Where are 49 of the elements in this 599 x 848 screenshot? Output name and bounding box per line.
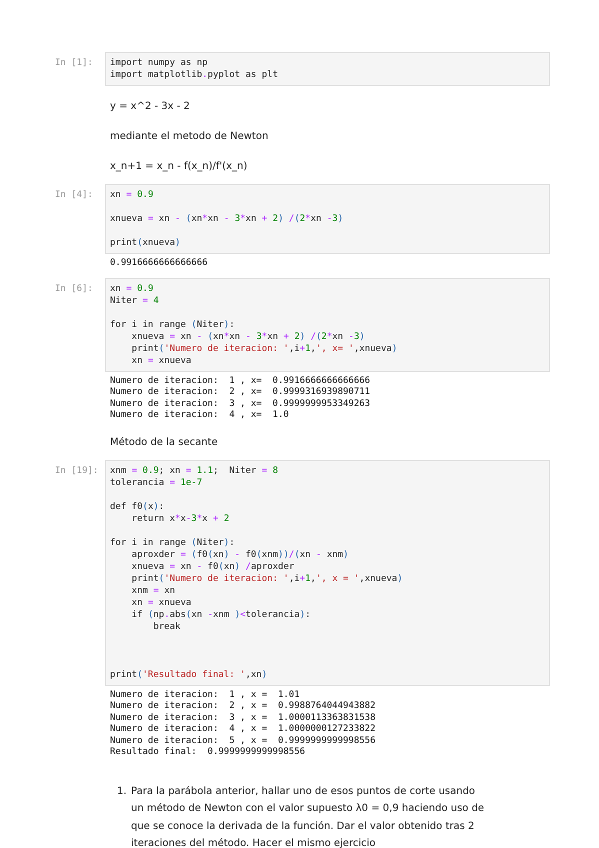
output-line: Numero de iteracion: 5 , x = 0.9999999999998556: [110, 736, 377, 747]
markdown-text: x_n+1 = x_n - f(x_n)/f'(x_n): [110, 161, 248, 172]
code-line: xnm = xn: [130, 584, 176, 596]
code-line: xn = 0.9: [110, 282, 154, 294]
code-line: return x*x-3*x + 2: [130, 512, 230, 524]
code-line: xnueva = xn - (xn*xn - 3*xn + 2) /(2*xn -3): [110, 213, 344, 225]
markdown-text: Método de la secante: [110, 436, 218, 448]
code-line: if (np.abs(xn -xnm )<tolerancia):: [130, 608, 312, 620]
code-line: break: [152, 620, 182, 632]
output-line: Numero de iteracion: 2 , x= 0.9999316939890711: [110, 387, 372, 398]
code-line: for i in range (Niter):: [110, 318, 236, 330]
output-line: Numero de iteracion: 2 , x = 0.9988764044943882: [110, 701, 377, 712]
list-item-text: Para la parábola anterior, hallar uno de esos puntos de corte usando un método de Newton con el valor supuesto λ0 = 0,9 haciendo uso de que se conoce la derivada de la función. Dar el valor obtenido tras 2 iteraciones del método. Hacer el mismo ejercicio: [131, 784, 486, 848]
cell-prompt: In [4]:: [55, 189, 94, 201]
code-cell[interactable]: xn = 0.9 Niter = 4 for i in range (Niter): xnueva = xn - (xn*xn - 3*xn + 2) /(2*xn -3) print('Numero de iteracion: ',i+1,', x= ',xnueva) xn = xnueva: [105, 278, 550, 372]
code-line: xnueva = xn - f0(xn) /aproxder: [130, 560, 296, 572]
code-line: xn = xnueva: [130, 354, 192, 366]
code-line: Niter = 4: [110, 294, 160, 306]
cell-prompt: In [19]:: [55, 464, 100, 476]
output-line: Numero de iteracion: 4 , x = 1.0000000127233822: [110, 724, 377, 736]
code-line: def f0(x):: [110, 500, 166, 512]
output-line: Numero de iteracion: 1 , x= 0.9916666666666666: [110, 376, 372, 387]
markdown-text: mediante el metodo de Newton: [110, 131, 268, 142]
cell-prompt: In [1]:: [55, 57, 94, 69]
code-line: print('Numero de iteracion: ',i+1,', x= ',xnueva): [130, 342, 398, 354]
list-number: 1.: [117, 784, 128, 798]
output-line: Numero de iteracion: 1 , x = 1.01: [110, 690, 301, 701]
cell-prompt: In [6]:: [55, 282, 94, 294]
code-line: print(xnueva): [110, 237, 182, 249]
code-line: xn = xnueva: [130, 596, 192, 608]
code-line: print('Resultado final: ',xn): [110, 668, 268, 680]
code-line: import matplotlib.pyplot as plt: [110, 69, 279, 81]
code-line: aproxder = (f0(xn) - f0(xnm))/(xn - xnm): [130, 548, 350, 560]
code-cell[interactable]: import numpy as np import matplotlib.pyplot as plt: [105, 52, 550, 86]
output-line: Numero de iteracion: 4 , x= 1.0: [110, 410, 290, 422]
code-line: xn = 0.9: [110, 189, 154, 201]
output-line: Numero de iteracion: 3 , x= 0.9999999953349263: [110, 398, 372, 410]
output-line: Resultado final: 0.9999999999998556: [110, 747, 306, 758]
code-line: for i in range (Niter):: [110, 536, 236, 548]
code-line: xnm = 0.9; xn = 1.1; Niter = 8: [110, 464, 280, 476]
markdown-text: y = x^2 - 3x - 2: [110, 101, 190, 112]
code-cell[interactable]: [105, 460, 550, 686]
code-line: import numpy as np: [110, 57, 209, 69]
code-line: tolerancia = 1e-7: [110, 476, 204, 488]
code-line: xnueva = xn - (xn*xn - 3*xn + 2) /(2*xn -3): [130, 330, 366, 342]
code-line: print('Numero de iteracion: ',i+1,', x = ',xnueva): [130, 572, 404, 584]
output-line: Numero de iteracion: 3 , x = 1.0000113363831538: [110, 712, 377, 724]
output-line: 0.9916666666666666: [110, 258, 209, 270]
code-cell[interactable]: xn = 0.9 xnueva = xn - (xn*xn - 3*xn + 2) /(2*xn -3) print(xnueva): [105, 184, 550, 254]
